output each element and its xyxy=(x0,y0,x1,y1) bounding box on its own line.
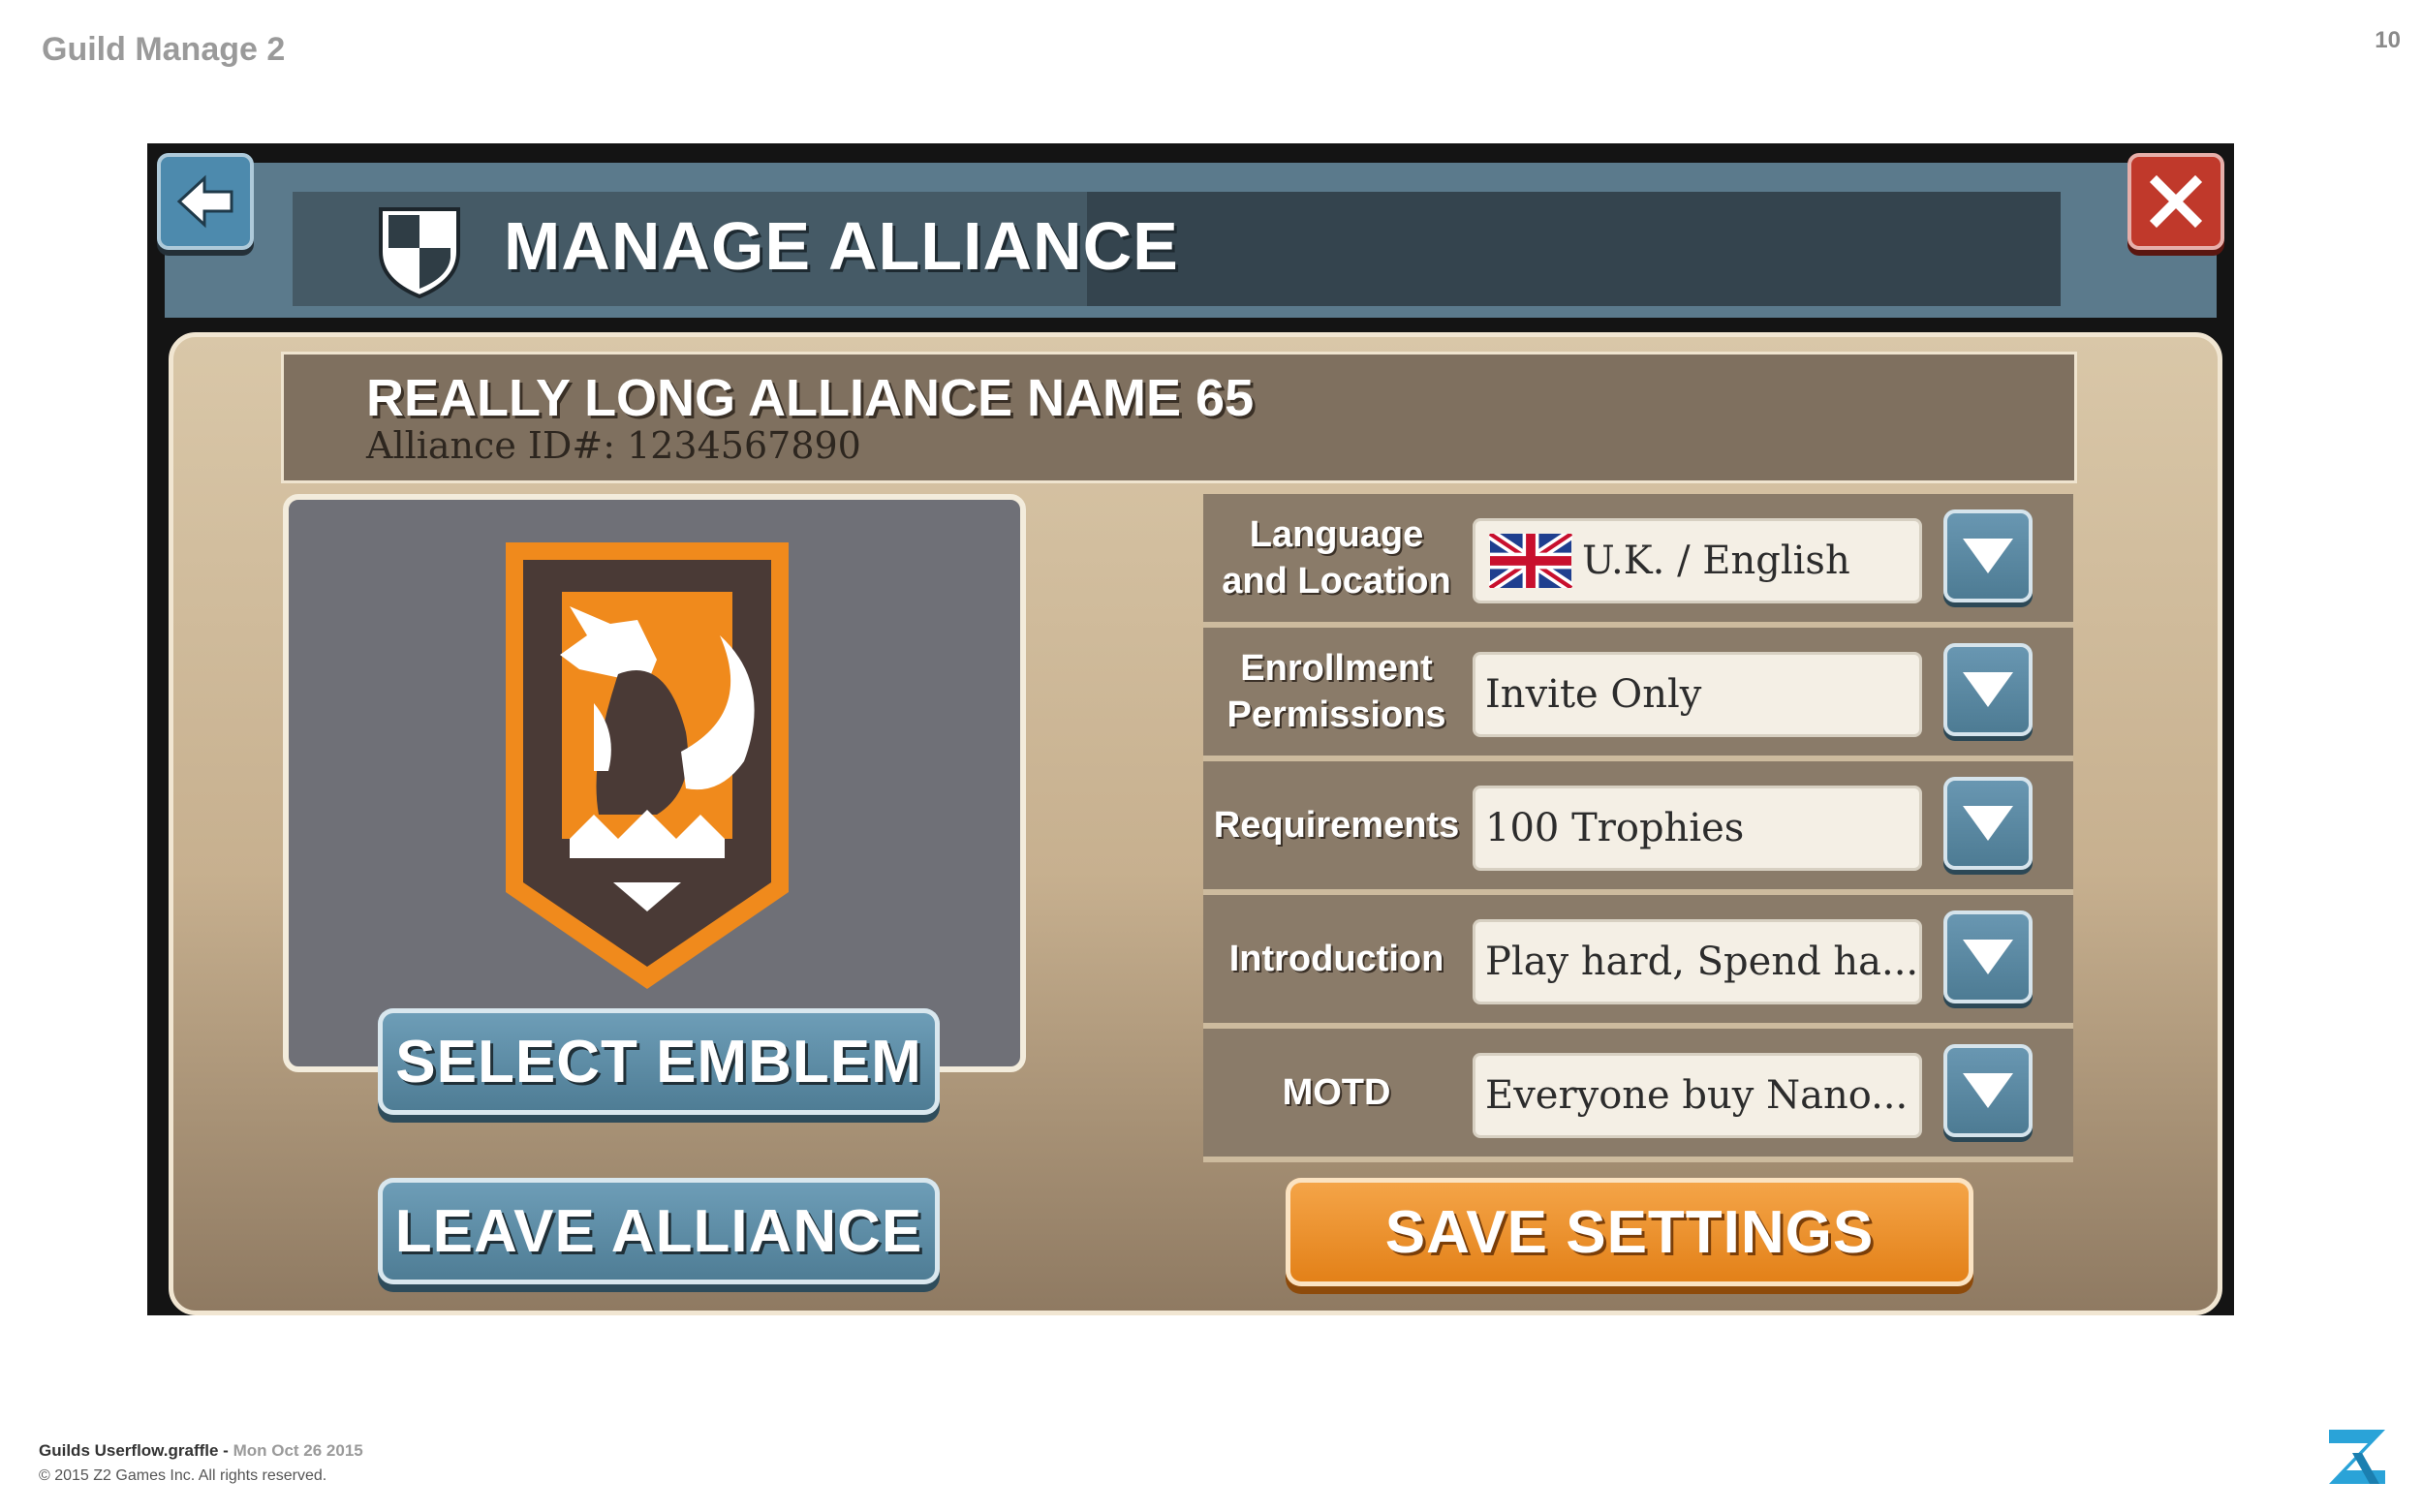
footer-file: Guilds Userflow.graffle - xyxy=(39,1441,233,1460)
introduction-value: Play hard, Spend ha... xyxy=(1485,940,1919,984)
footer-date: Mon Oct 26 2015 xyxy=(233,1441,363,1460)
setting-label: MOTD xyxy=(1282,1072,1391,1113)
alliance-shield-icon xyxy=(379,207,460,298)
introduction-field[interactable]: Play hard, Spend ha... xyxy=(1473,919,1922,1004)
setting-row-introduction: Introduction Play hard, Spend ha... xyxy=(1203,895,2073,1029)
setting-row-language: Language and Location U.K. / English xyxy=(1203,494,2073,628)
back-arrow-icon xyxy=(176,174,233,229)
footer-copyright: © 2015 Z2 Games Inc. All rights reserved… xyxy=(39,1467,327,1484)
motd-dropdown-button[interactable] xyxy=(1943,1044,2033,1137)
chevron-down-icon xyxy=(1963,539,2013,573)
setting-label-line2: Permissions xyxy=(1227,694,1446,735)
alliance-name-banner: REALLY LONG ALLIANCE NAME 65 Alliance ID… xyxy=(281,352,2077,483)
requirements-field[interactable]: 100 Trophies xyxy=(1473,786,1922,871)
setting-label: Enrollment Permissions xyxy=(1203,628,1470,756)
setting-label: Language and Location xyxy=(1203,494,1470,622)
enrollment-field[interactable]: Invite Only xyxy=(1473,652,1922,737)
uk-flag-icon xyxy=(1489,534,1572,588)
close-button[interactable] xyxy=(2127,153,2224,250)
alliance-id: Alliance ID#: 1234567890 xyxy=(366,424,861,467)
game-window: MANAGE ALLIANCE REALLY LONG ALLIANCE NAM… xyxy=(147,143,2234,1315)
language-field[interactable]: U.K. / English xyxy=(1473,518,1922,603)
setting-row-requirements: Requirements 100 Trophies xyxy=(1203,761,2073,895)
footer-file-line: Guilds Userflow.graffle - Mon Oct 26 201… xyxy=(39,1441,363,1461)
requirements-dropdown-button[interactable] xyxy=(1943,777,2033,870)
back-button[interactable] xyxy=(157,153,254,250)
chevron-down-icon xyxy=(1963,672,2013,707)
setting-label-line1: Language xyxy=(1249,514,1424,555)
setting-label: Requirements xyxy=(1213,805,1460,846)
select-emblem-button[interactable]: SELECT EMBLEM xyxy=(378,1008,940,1115)
setting-label-line2: and Location xyxy=(1222,561,1451,602)
alliance-name: REALLY LONG ALLIANCE NAME 65 xyxy=(366,369,1255,427)
motd-value: Everyone buy Nano... xyxy=(1485,1073,1909,1118)
z2-logo-icon xyxy=(2329,1430,2385,1484)
page-number: 10 xyxy=(2375,27,2401,53)
page-title: MANAGE ALLIANCE xyxy=(504,208,1179,284)
close-icon xyxy=(2149,174,2203,229)
fox-emblem-icon xyxy=(506,542,789,989)
motd-field[interactable]: Everyone buy Nano... xyxy=(1473,1053,1922,1138)
setting-label-line1: Enrollment xyxy=(1240,648,1433,689)
page-heading: Guild Manage 2 xyxy=(42,31,286,68)
language-value: U.K. / English xyxy=(1582,539,1850,583)
language-dropdown-button[interactable] xyxy=(1943,509,2033,602)
chevron-down-icon xyxy=(1963,940,2013,974)
chevron-down-icon xyxy=(1963,806,2013,841)
settings-list: Language and Location U.K. / English Enr… xyxy=(1203,494,2073,1162)
setting-label: Introduction xyxy=(1228,939,1444,979)
enrollment-dropdown-button[interactable] xyxy=(1943,643,2033,736)
setting-row-enrollment: Enrollment Permissions Invite Only xyxy=(1203,628,2073,761)
requirements-value: 100 Trophies xyxy=(1485,806,1745,850)
chevron-down-icon xyxy=(1963,1073,2013,1108)
save-settings-button[interactable]: SAVE SETTINGS xyxy=(1286,1178,1973,1286)
emblem-preview xyxy=(283,494,1026,1072)
header-dark-strip xyxy=(1082,192,2061,306)
setting-row-motd: MOTD Everyone buy Nano... xyxy=(1203,1029,2073,1162)
introduction-dropdown-button[interactable] xyxy=(1943,910,2033,1003)
leave-alliance-button[interactable]: LEAVE ALLIANCE xyxy=(378,1178,940,1284)
enrollment-value: Invite Only xyxy=(1485,672,1702,717)
